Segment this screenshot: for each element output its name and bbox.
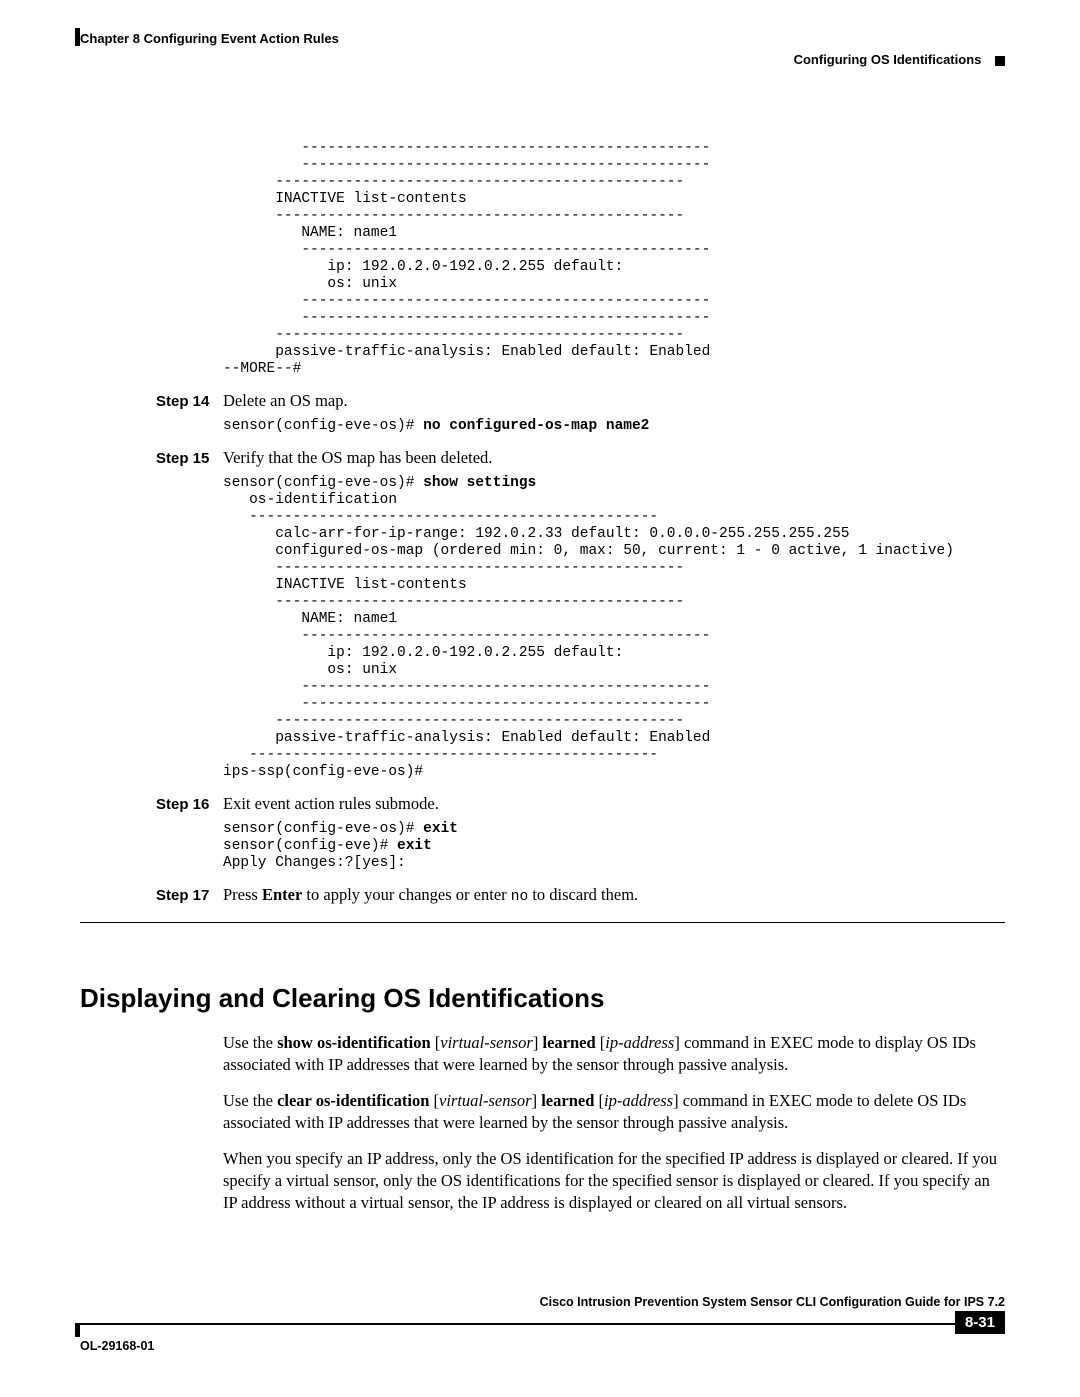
body-para-1: Use the show os-identification [virtual-… xyxy=(223,1032,1005,1076)
step-15-label: Step 15 xyxy=(156,450,223,467)
page-number: 8-31 xyxy=(955,1311,1005,1334)
step-17-text: Press Enter to apply your changes or ent… xyxy=(223,884,638,908)
step-15-code: sensor(config-eve-os)# show settings os-… xyxy=(80,475,1005,781)
step-14-code: sensor(config-eve-os)# no configured-os-… xyxy=(80,418,1005,435)
code-block-1: ----------------------------------------… xyxy=(80,140,1005,378)
section-heading: Displaying and Clearing OS Identificatio… xyxy=(80,983,1005,1014)
body-para-3: When you specify an IP address, only the… xyxy=(223,1148,1005,1214)
step-14-text: Delete an OS map. xyxy=(223,390,348,412)
chapter-header: Chapter 8 Configuring Event Action Rules xyxy=(80,31,339,46)
step-14-label: Step 14 xyxy=(156,393,223,410)
step-17-label: Step 17 xyxy=(156,887,223,904)
footer-book-title: Cisco Intrusion Prevention System Sensor… xyxy=(80,1295,1005,1309)
section-divider xyxy=(80,922,1005,923)
body-para-2: Use the clear os-identification [virtual… xyxy=(223,1090,1005,1134)
step-15-text: Verify that the OS map has been deleted. xyxy=(223,447,492,469)
section-header: Configuring OS Identifications xyxy=(794,52,982,67)
footer-doc-number: OL-29168-01 xyxy=(80,1339,1005,1353)
step-16-label: Step 16 xyxy=(156,796,223,813)
header-marker-icon xyxy=(995,56,1005,66)
step-16-text: Exit event action rules submode. xyxy=(223,793,439,815)
step-16-code: sensor(config-eve-os)# exit sensor(confi… xyxy=(80,821,1005,872)
